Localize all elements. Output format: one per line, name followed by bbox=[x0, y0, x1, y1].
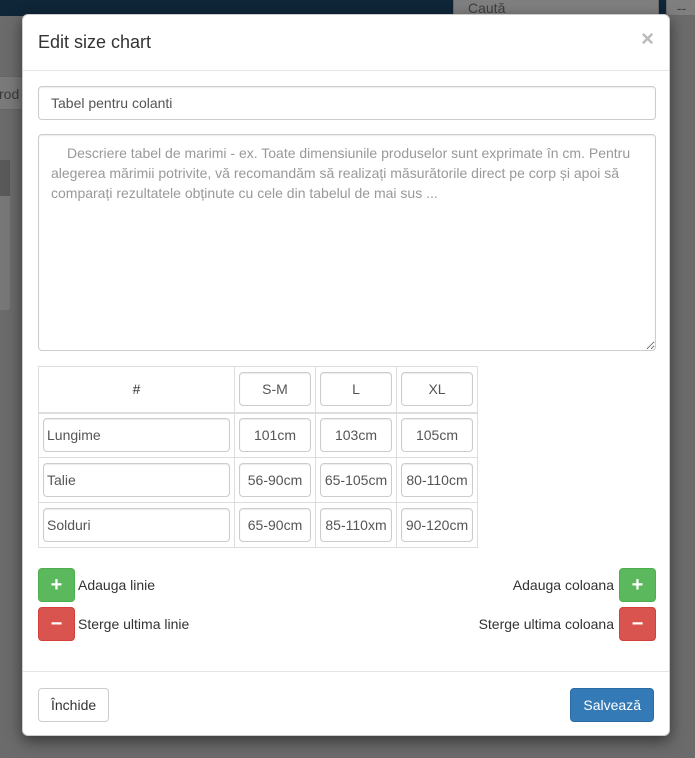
modal-header: Edit size chart × bbox=[23, 15, 669, 71]
delete-row-label: Sterge ultima linie bbox=[78, 616, 190, 632]
add-row-action: + Adauga linie bbox=[38, 568, 155, 602]
value-input[interactable] bbox=[239, 418, 311, 453]
modal-body: # bbox=[38, 86, 656, 648]
add-row-label: Adauga linie bbox=[78, 577, 156, 593]
background-select: -- bbox=[666, 0, 695, 16]
minus-icon: − bbox=[50, 613, 63, 635]
delete-row-button[interactable]: − bbox=[38, 607, 75, 641]
add-column-button[interactable]: + bbox=[619, 568, 656, 602]
value-input[interactable] bbox=[239, 463, 311, 497]
delete-column-label: Sterge ultima coloana bbox=[478, 616, 614, 632]
value-input[interactable] bbox=[401, 508, 473, 542]
background-left-panel-header bbox=[0, 160, 10, 196]
add-column-action: Adauga coloana + bbox=[513, 568, 656, 602]
value-cell bbox=[234, 502, 316, 548]
size-header-cell bbox=[315, 366, 397, 414]
size-header-cell bbox=[396, 366, 478, 414]
size-header-input[interactable] bbox=[401, 372, 473, 407]
value-input[interactable] bbox=[239, 508, 311, 542]
add-column-label: Adauga coloana bbox=[512, 577, 614, 593]
close-button[interactable]: Închide bbox=[38, 688, 110, 722]
value-input[interactable] bbox=[401, 463, 473, 497]
row-label-cell bbox=[38, 457, 235, 503]
value-input[interactable] bbox=[320, 418, 392, 453]
add-row-button[interactable]: + bbox=[38, 568, 75, 602]
value-cell bbox=[396, 502, 478, 548]
value-cell bbox=[315, 457, 397, 503]
row-label-input[interactable] bbox=[43, 508, 230, 542]
description-textarea[interactable] bbox=[38, 134, 656, 351]
value-input[interactable] bbox=[320, 463, 392, 497]
table-actions: + Adauga linie − Sterge ultima linie Ada… bbox=[38, 568, 656, 648]
chart-name-input[interactable] bbox=[38, 86, 656, 120]
edit-size-chart-modal: Edit size chart × # bbox=[22, 14, 670, 736]
table-corner-cell: # bbox=[38, 366, 235, 414]
table-row bbox=[38, 412, 478, 458]
row-label-input[interactable] bbox=[43, 463, 230, 497]
minus-icon: − bbox=[631, 613, 644, 635]
size-header-input[interactable] bbox=[320, 372, 392, 407]
value-cell bbox=[396, 457, 478, 503]
value-cell bbox=[396, 412, 478, 458]
row-label-cell bbox=[38, 412, 235, 458]
size-chart-table: # bbox=[38, 366, 478, 548]
row-label-cell bbox=[38, 502, 235, 548]
table-row bbox=[38, 457, 478, 503]
size-header-input[interactable] bbox=[239, 372, 311, 407]
delete-column-action: Sterge ultima coloana − bbox=[479, 607, 656, 641]
plus-icon: + bbox=[50, 574, 63, 596]
delete-row-action: − Sterge ultima linie bbox=[38, 607, 189, 641]
close-icon[interactable]: × bbox=[641, 28, 654, 50]
delete-column-button[interactable]: − bbox=[619, 607, 656, 641]
value-input[interactable] bbox=[320, 508, 392, 542]
value-input[interactable] bbox=[401, 418, 473, 453]
table-row bbox=[38, 502, 478, 548]
table-header-row: # bbox=[38, 366, 478, 414]
value-cell bbox=[234, 457, 316, 503]
modal-title: Edit size chart bbox=[38, 32, 152, 52]
modal-footer: Închide Salvează bbox=[23, 671, 669, 735]
value-cell bbox=[315, 502, 397, 548]
save-button[interactable]: Salvează bbox=[570, 688, 654, 722]
value-cell bbox=[234, 412, 316, 458]
row-label-input[interactable] bbox=[43, 418, 230, 453]
plus-icon: + bbox=[631, 574, 644, 596]
value-cell bbox=[315, 412, 397, 458]
size-header-cell bbox=[234, 366, 316, 414]
